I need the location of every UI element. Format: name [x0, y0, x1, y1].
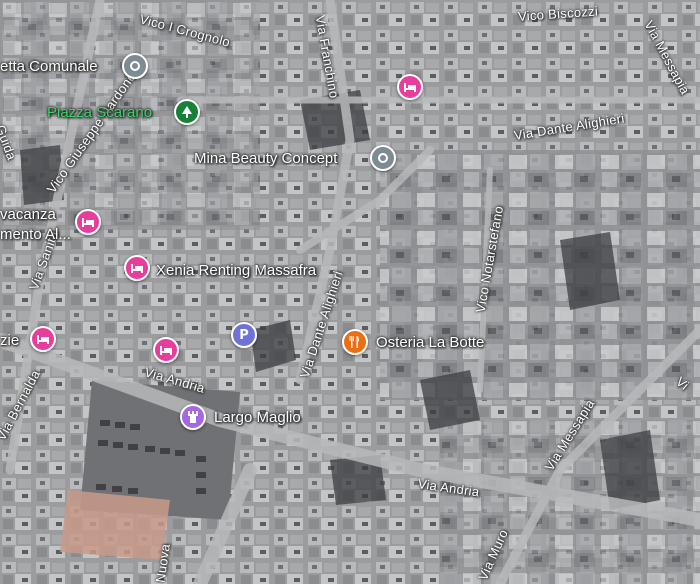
bed-icon — [37, 335, 49, 344]
poi-label-xenia[interactable]: Xenia Renting Massafra — [156, 262, 316, 279]
parking-icon: P — [239, 327, 249, 343]
circle-dot-icon — [378, 153, 388, 163]
hotel-pin-top[interactable] — [397, 74, 423, 100]
bed-icon — [160, 346, 172, 355]
circle-dot-icon — [130, 61, 140, 71]
poi-label-vacanza-line1[interactable]: vacanza — [0, 206, 56, 223]
attraction-pin[interactable] — [180, 404, 206, 430]
hotel-pin-zie[interactable] — [30, 326, 56, 352]
poi-label-vacanza-line2[interactable]: mento Al... — [0, 226, 71, 243]
landmark-pin-mina[interactable] — [370, 145, 396, 171]
bed-icon — [131, 264, 143, 273]
bed-icon — [82, 218, 94, 227]
restaurant-pin[interactable] — [342, 329, 368, 355]
tree-icon — [182, 106, 192, 118]
landmark-pin[interactable] — [122, 53, 148, 79]
poi-label-villetta[interactable]: etta Comunale — [0, 58, 98, 75]
poi-label-osteria[interactable]: Osteria La Botte — [376, 334, 484, 351]
fork-knife-icon — [349, 336, 360, 348]
hotel-pin-vacanza[interactable] — [75, 209, 101, 235]
parking-pin[interactable]: P — [231, 322, 257, 348]
poi-label-mina[interactable]: Mina Beauty Concept — [194, 150, 337, 167]
hotel-pin-xenia[interactable] — [124, 255, 150, 281]
tower-icon — [188, 411, 198, 423]
satellite-map[interactable]: Vico I Crognolo Via Franchino Vico Bisco… — [0, 0, 700, 584]
park-pin[interactable] — [174, 99, 200, 125]
poi-label-piazza[interactable]: Piazza Scarano — [47, 104, 152, 121]
poi-label-largo[interactable]: Largo Maglio — [214, 409, 301, 426]
satellite-imagery — [0, 0, 700, 584]
bed-icon — [404, 83, 416, 92]
hotel-pin-andria[interactable] — [153, 337, 179, 363]
poi-label-zie[interactable]: zie — [0, 332, 19, 349]
